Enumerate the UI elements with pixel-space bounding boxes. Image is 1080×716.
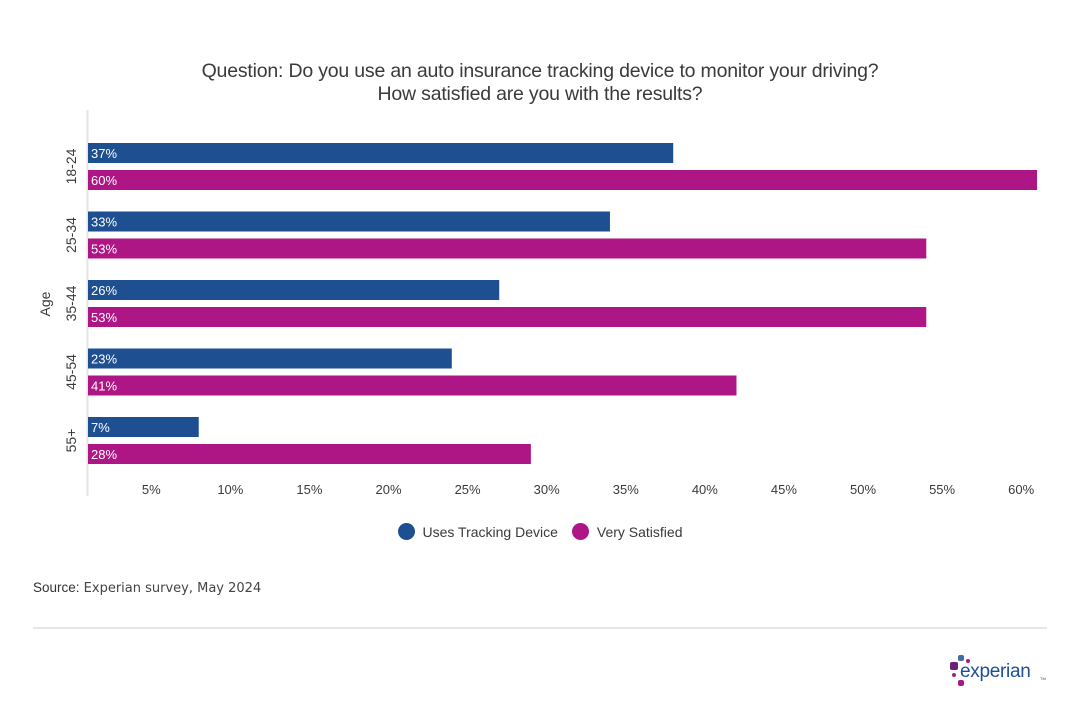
source-text: Experian survey, May 2024 — [79, 581, 262, 596]
category-label: 45-54 — [63, 354, 79, 390]
x-tick-label: 40% — [692, 482, 718, 497]
bar-label: 28% — [91, 447, 117, 462]
bar-satisfied-55+ — [88, 444, 531, 464]
bar-tracking-18-24 — [88, 143, 674, 163]
logo-square-purple-icon — [950, 662, 958, 670]
bar-label: 33% — [91, 215, 117, 230]
legend-label-satisfied: Very Satisfied — [596, 523, 683, 540]
source-note: Source: Experian survey, May 2024 — [33, 580, 261, 596]
x-tick-label: 25% — [455, 482, 481, 497]
legend-dot-satisfied-icon — [571, 523, 589, 540]
x-tick-label: 20% — [376, 482, 402, 497]
legend-dot-tracking-icon — [397, 523, 415, 540]
bar-label: 60% — [91, 173, 117, 188]
legend: Uses Tracking Device Very Satisfied — [0, 523, 1080, 540]
bar-label: 7% — [91, 420, 110, 435]
bar-label: 23% — [91, 352, 117, 367]
category-label: 35-44 — [63, 285, 79, 321]
x-tick-label: 60% — [1008, 482, 1034, 497]
x-tick-label: 45% — [771, 482, 797, 497]
x-tick-label: 10% — [217, 482, 243, 497]
logo-square-magenta-icon — [952, 673, 956, 677]
x-tick-label: 50% — [850, 482, 876, 497]
logo-wordmark: experian — [960, 661, 1031, 682]
category-label: 55+ — [63, 429, 79, 453]
x-tick-label: 55% — [929, 482, 955, 497]
bar-label: 37% — [91, 146, 117, 161]
bar-tracking-45-54 — [88, 348, 452, 369]
category-label: 25-34 — [63, 217, 79, 253]
bar-chart: Age 37% 60% 33% 53% 26% 53% 23% 41% 7% 28% 18-24 2… — [37, 110, 1037, 497]
bar-label: 53% — [91, 310, 117, 325]
legend-label-tracking: Uses Tracking Device — [422, 523, 558, 540]
bar-tracking-35-44 — [88, 280, 500, 300]
legend-item-satisfied[interactable]: Very Satisfied — [571, 523, 683, 540]
bar-label: 26% — [91, 283, 117, 298]
x-tick-label: 30% — [534, 482, 560, 497]
x-tick-label: 5% — [142, 482, 161, 497]
category-label: 18-24 — [63, 148, 79, 184]
bar-satisfied-35-44 — [88, 307, 927, 327]
bar-label: 53% — [91, 242, 117, 257]
experian-logo: experian TM — [946, 655, 1046, 691]
bar-tracking-25-34 — [88, 211, 610, 232]
bar-satisfied-25-34 — [88, 238, 927, 259]
bar-label: 41% — [91, 379, 117, 394]
x-tick-label: 35% — [613, 482, 639, 497]
bar-satisfied-45-54 — [88, 375, 737, 396]
footer-divider — [33, 627, 1047, 629]
legend-item-tracking[interactable]: Uses Tracking Device — [397, 523, 558, 540]
x-tick-label: 15% — [296, 482, 322, 497]
logo-trademark: TM — [1040, 676, 1046, 681]
source-label: Source: — [33, 580, 80, 595]
y-axis-label: Age — [37, 291, 53, 316]
bar-satisfied-18-24 — [88, 170, 1037, 190]
